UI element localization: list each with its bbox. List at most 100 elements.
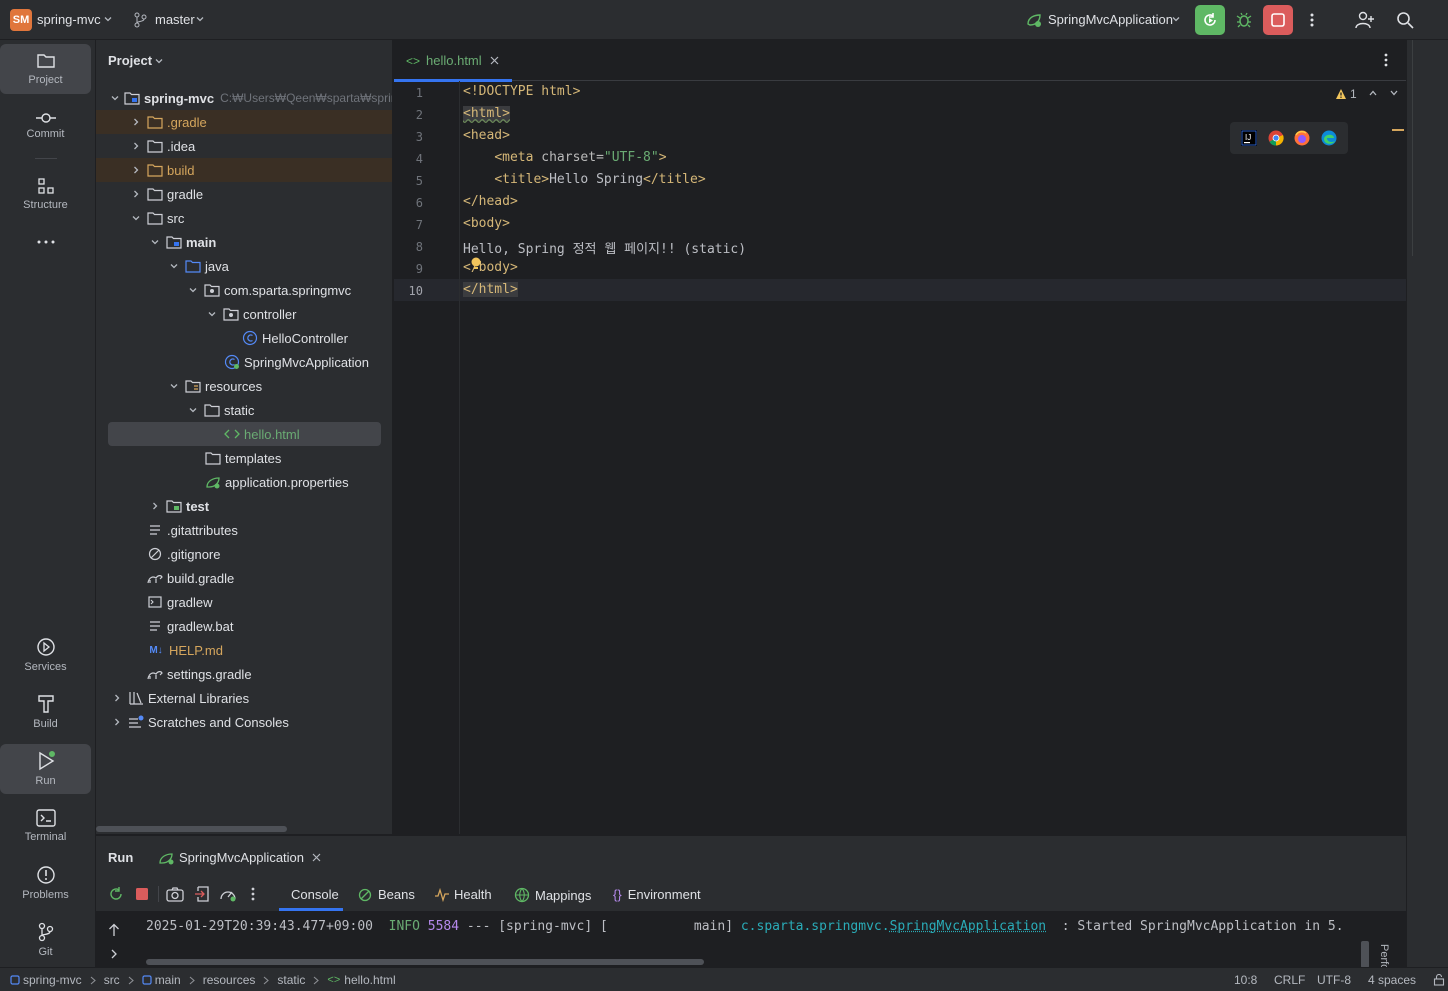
- chevron-down-icon[interactable]: [186, 283, 200, 297]
- chevron-right-icon[interactable]: [110, 691, 124, 705]
- warnings-indicator[interactable]: 1: [1335, 87, 1357, 101]
- tree-item[interactable]: test: [96, 494, 392, 518]
- project-panel-title[interactable]: Project: [108, 53, 152, 68]
- tree-item[interactable]: java: [96, 254, 392, 278]
- tree-root[interactable]: spring-mvc C:₩Users₩Qeen₩sparta₩springp: [96, 86, 392, 110]
- intellij-icon[interactable]: IJ: [1241, 130, 1258, 146]
- code-line[interactable]: <meta charset="UTF-8">: [463, 150, 666, 165]
- tree-item[interactable]: gradlew: [96, 590, 392, 614]
- tool-project[interactable]: Project: [0, 44, 91, 94]
- console-vscroll-thumb[interactable]: [1361, 941, 1369, 968]
- tool-run[interactable]: Run: [0, 744, 91, 794]
- breadcrumb-item[interactable]: src: [104, 973, 120, 987]
- chevron-right-icon[interactable]: [129, 115, 143, 129]
- tree-item[interactable]: gradlew.bat: [96, 614, 392, 638]
- profiler-icon[interactable]: [219, 886, 237, 902]
- breadcrumb-item[interactable]: resources: [203, 973, 256, 987]
- tree-item[interactable]: HelloController: [96, 326, 392, 350]
- tool-git[interactable]: Git: [0, 915, 91, 965]
- camera-icon[interactable]: [166, 886, 184, 902]
- tab-options-icon[interactable]: [1384, 53, 1388, 67]
- tool-commit[interactable]: Commit: [0, 101, 91, 151]
- tree-item[interactable]: build: [96, 158, 392, 182]
- more-tools-icon[interactable]: [0, 218, 91, 266]
- code-line[interactable]: <head>: [463, 128, 510, 143]
- edge-icon[interactable]: [1321, 130, 1337, 146]
- tab-health[interactable]: Health: [434, 887, 492, 902]
- more-actions-icon[interactable]: [1297, 5, 1327, 35]
- scroll-warning-marker[interactable]: [1392, 129, 1404, 131]
- chevron-right-icon[interactable]: [129, 187, 143, 201]
- code-line[interactable]: <title>Hello Spring</title>: [463, 172, 705, 187]
- tree-item[interactable]: SpringMvcApplication: [96, 350, 392, 374]
- file-encoding[interactable]: UTF-8: [1317, 973, 1351, 987]
- add-user-icon[interactable]: [1350, 5, 1380, 35]
- tree-item[interactable]: settings.gradle: [96, 662, 392, 686]
- project-name[interactable]: spring-mvc: [37, 12, 101, 27]
- stop-button[interactable]: [1263, 5, 1293, 35]
- breadcrumb-item[interactable]: hello.html: [344, 973, 395, 987]
- line-separator[interactable]: CRLF: [1274, 973, 1305, 987]
- scroll-up-icon[interactable]: [108, 923, 120, 937]
- chevron-right-icon[interactable]: [110, 715, 124, 729]
- chevron-down-icon[interactable]: [186, 403, 200, 417]
- tab-beans[interactable]: Beans: [358, 887, 415, 902]
- tree-item[interactable]: application.properties: [96, 470, 392, 494]
- tree-item[interactable]: controller: [96, 302, 392, 326]
- tree-item[interactable]: resources: [96, 374, 392, 398]
- tool-services[interactable]: Services: [0, 630, 91, 680]
- code-line[interactable]: <html>: [463, 106, 510, 121]
- tree-item[interactable]: Scratches and Consoles: [96, 710, 392, 734]
- console-output[interactable]: 2025-01-29T20:39:43.477+09:00 INFO 5584 …: [96, 911, 1406, 970]
- chrome-icon[interactable]: [1268, 130, 1284, 146]
- indent-setting[interactable]: 4 spaces: [1368, 973, 1416, 987]
- lock-icon[interactable]: [1433, 974, 1445, 986]
- tool-structure[interactable]: Structure: [0, 169, 91, 219]
- chevron-down-icon[interactable]: [167, 379, 181, 393]
- tree-item[interactable]: static: [96, 398, 392, 422]
- tree-item-selected[interactable]: hello.html: [108, 422, 381, 446]
- chevron-right-icon[interactable]: [110, 949, 118, 959]
- chevron-down-icon[interactable]: [205, 307, 219, 321]
- chevron-down-icon[interactable]: [1389, 89, 1399, 97]
- console-hscroll-thumb[interactable]: [146, 959, 704, 965]
- branch-name[interactable]: master: [155, 12, 195, 27]
- tab-console[interactable]: Console: [291, 887, 339, 902]
- lightbulb-icon[interactable]: [470, 257, 482, 271]
- tool-terminal[interactable]: Terminal: [0, 801, 91, 851]
- breadcrumb-item[interactable]: main: [155, 973, 181, 987]
- project-hscroll-thumb[interactable]: [96, 826, 287, 832]
- project-badge[interactable]: SM: [10, 9, 32, 31]
- close-icon[interactable]: [490, 56, 499, 65]
- chevron-down-icon[interactable]: [110, 91, 120, 105]
- caret-position[interactable]: 10:8: [1234, 973, 1257, 987]
- tree-item[interactable]: External Libraries: [96, 686, 392, 710]
- chevron-right-icon[interactable]: [129, 163, 143, 177]
- log-logger-class-link[interactable]: SpringMvcApplication: [890, 919, 1047, 934]
- exit-icon[interactable]: [194, 886, 210, 902]
- chevron-down-icon[interactable]: [154, 56, 164, 66]
- code-line[interactable]: Hello, Spring 정적 웹 페이지!! (static): [463, 238, 746, 257]
- tree-item[interactable]: M↓ HELP.md: [96, 638, 392, 662]
- code-line[interactable]: </html>: [463, 282, 518, 297]
- tree-item[interactable]: .gradle: [96, 110, 392, 134]
- stop-icon[interactable]: [135, 887, 149, 901]
- chevron-down-icon[interactable]: [167, 259, 181, 273]
- chevron-down-icon[interactable]: [148, 235, 162, 249]
- tab-mappings[interactable]: Mappings: [514, 887, 591, 903]
- chevron-down-icon[interactable]: [103, 14, 113, 24]
- breadcrumb-item[interactable]: spring-mvc: [23, 973, 82, 987]
- tree-item[interactable]: main: [96, 230, 392, 254]
- close-icon[interactable]: [312, 853, 321, 862]
- tree-item[interactable]: com.sparta.springmvc: [96, 278, 392, 302]
- chevron-down-icon[interactable]: [129, 211, 143, 225]
- tree-item[interactable]: templates: [96, 446, 392, 470]
- chevron-up-icon[interactable]: [1368, 89, 1378, 97]
- chevron-right-icon[interactable]: [148, 499, 162, 513]
- tree-item[interactable]: .gitignore: [96, 542, 392, 566]
- chevron-right-icon[interactable]: [129, 139, 143, 153]
- editor-tab-hello-html[interactable]: <> hello.html: [394, 40, 512, 82]
- breadcrumb-item[interactable]: static: [277, 973, 305, 987]
- tree-item[interactable]: src: [96, 206, 392, 230]
- debug-button[interactable]: [1229, 5, 1259, 35]
